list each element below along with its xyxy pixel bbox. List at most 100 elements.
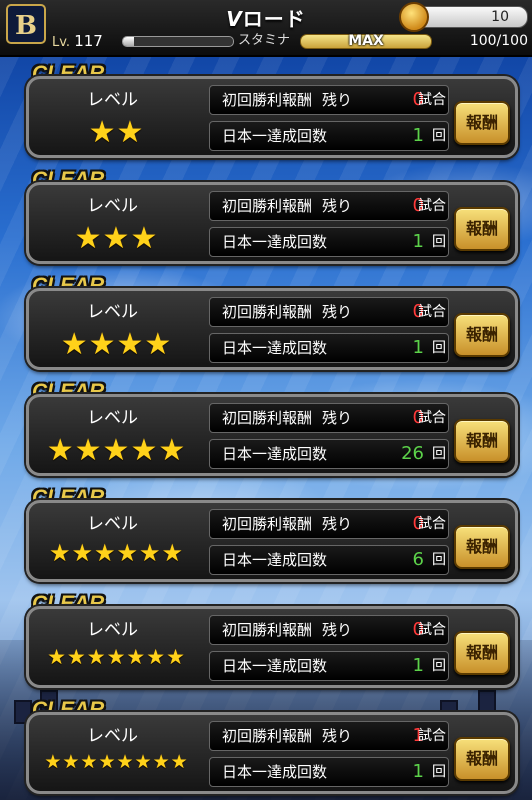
games-unit: 試合 <box>418 728 446 744</box>
level-value: 117 <box>74 32 103 50</box>
level-card: CLEAR レベル ★★ 初回勝利報酬 残り 0 試合 日本一達成回数 1 回報酬 <box>0 62 532 162</box>
games-unit: 試合 <box>418 410 446 426</box>
championship-count: 1 <box>412 125 424 146</box>
first-reward-label: 初回勝利報酬 <box>222 303 313 321</box>
times-unit: 回 <box>432 128 446 144</box>
level-card: CLEAR レベル ★★★★ 初回勝利報酬 残り 0 試合 日本一達成回数 1 回報酬 <box>0 274 532 374</box>
level-label: レベル <box>87 726 138 746</box>
first-reward-text: 初回勝利報酬 残り <box>222 192 352 220</box>
first-reward-label: 初回勝利報酬 <box>222 621 313 639</box>
star-icon: ★ <box>170 751 189 773</box>
level-label: レベル <box>87 514 138 534</box>
level-label: レベル <box>87 302 138 322</box>
games-unit: 試合 <box>418 92 446 108</box>
level-panel: レベル ★★ 初回勝利報酬 残り 0 試合 日本一達成回数 1 回報酬 <box>26 76 518 158</box>
games-unit: 試合 <box>418 198 446 214</box>
star-icon: ★ <box>48 539 72 567</box>
star-icon: ★ <box>152 751 171 773</box>
level-prefix: Lv. <box>52 35 71 50</box>
first-reward-text: 初回勝利報酬 残り <box>222 404 352 432</box>
reward-button[interactable]: 報酬 <box>454 313 510 357</box>
first-reward-label: 初回勝利報酬 <box>222 409 313 427</box>
championship-row: 日本一達成回数 1 回 <box>209 333 449 363</box>
remaining-label: 残り <box>322 303 353 321</box>
championship-count: 6 <box>412 549 424 570</box>
first-reward-row: 初回勝利報酬 残り 0 試合 <box>209 297 449 327</box>
star-icon: ★ <box>139 539 162 567</box>
reward-button[interactable]: 報酬 <box>454 207 510 251</box>
level-card: CLEAR レベル ★★★ 初回勝利報酬 残り 0 試合 日本一達成回数 1 回報酬 <box>0 168 532 268</box>
level-panel: レベル ★★★★★★★ 初回勝利報酬 残り 0 試合 日本一達成回数 1 回報酬 <box>26 606 518 688</box>
first-reward-row: 初回勝利報酬 残り 1 試合 <box>209 721 449 751</box>
exp-bar <box>122 36 234 47</box>
first-reward-row: 初回勝利報酬 残り 0 試合 <box>209 509 449 539</box>
remaining-label: 残り <box>322 621 353 639</box>
star-icon: ★ <box>130 433 159 468</box>
championship-row: 日本一達成回数 26 回 <box>209 439 449 469</box>
championship-count: 1 <box>412 337 424 358</box>
games-unit: 試合 <box>418 622 446 638</box>
star-icon: ★ <box>66 645 87 669</box>
first-reward-row: 初回勝利報酬 残り 0 試合 <box>209 403 449 433</box>
reward-button[interactable]: 報酬 <box>454 101 510 145</box>
reward-button[interactable]: 報酬 <box>454 737 510 781</box>
star-icon: ★ <box>98 751 117 773</box>
star-icon: ★ <box>102 221 131 256</box>
star-icon: ★ <box>144 327 173 362</box>
first-reward-text: 初回勝利報酬 残り <box>222 510 352 538</box>
games-unit: 試合 <box>418 304 446 320</box>
star-icon: ★ <box>86 645 107 669</box>
championship-label: 日本一達成回数 <box>222 127 328 145</box>
times-unit: 回 <box>432 340 446 356</box>
star-icon: ★ <box>106 645 127 669</box>
level-panel: レベル ★★★ 初回勝利報酬 残り 0 試合 日本一達成回数 1 回報酬 <box>26 182 518 264</box>
times-unit: 回 <box>432 658 446 674</box>
championship-count: 1 <box>412 231 424 252</box>
reward-button[interactable]: 報酬 <box>454 419 510 463</box>
times-unit: 回 <box>432 764 446 780</box>
star-icon: ★ <box>46 433 75 468</box>
first-reward-row: 初回勝利報酬 残り 0 試合 <box>209 615 449 645</box>
first-reward-text: 初回勝利報酬 残り <box>222 722 352 750</box>
level-panel: レベル ★★★★★★★★ 初回勝利報酬 残り 1 試合 日本一達成回数 1 回報酬 <box>26 712 518 794</box>
level-card: CLEAR レベル ★★★★★★★★ 初回勝利報酬 残り 1 試合 日本一達成回数 1 回報酬 <box>0 698 532 798</box>
championship-count: 26 <box>401 443 424 464</box>
remaining-label: 残り <box>322 515 353 533</box>
level-card: CLEAR レベル ★★★★★ 初回勝利報酬 残り 0 試合 日本一達成回数 26 回報酬 <box>0 380 532 480</box>
first-reward-text: 初回勝利報酬 残り <box>222 616 352 644</box>
championship-label: 日本一達成回数 <box>222 233 328 251</box>
reward-button[interactable]: 報酬 <box>454 631 510 675</box>
star-icon: ★ <box>44 751 63 773</box>
star-icon: ★ <box>88 115 117 150</box>
difficulty-stars: ★★★★★★ <box>29 539 204 567</box>
star-icon: ★ <box>47 645 67 669</box>
times-unit: 回 <box>432 446 446 462</box>
championship-label: 日本一達成回数 <box>222 445 328 463</box>
star-icon: ★ <box>161 539 185 567</box>
star-icon: ★ <box>126 645 147 669</box>
level-panel: レベル ★★★★ 初回勝利報酬 残り 0 試合 日本一達成回数 1 回報酬 <box>26 288 518 370</box>
difficulty-stars: ★★★ <box>29 221 204 256</box>
difficulty-stars: ★★★★★★★ <box>29 645 204 669</box>
star-icon: ★ <box>134 751 153 773</box>
reward-button[interactable]: 報酬 <box>454 525 510 569</box>
championship-count: 1 <box>412 761 424 782</box>
star-icon: ★ <box>102 433 131 468</box>
first-reward-row: 初回勝利報酬 残り 0 試合 <box>209 85 449 115</box>
first-reward-label: 初回勝利報酬 <box>222 727 313 745</box>
difficulty-stars: ★★ <box>29 115 204 150</box>
currency-display[interactable]: 10 <box>399 2 528 32</box>
remaining-label: 残り <box>322 197 353 215</box>
games-unit: 試合 <box>418 516 446 532</box>
championship-row: 日本一達成回数 1 回 <box>209 121 449 151</box>
star-icon: ★ <box>116 327 145 362</box>
star-icon: ★ <box>146 645 167 669</box>
championship-row: 日本一達成回数 1 回 <box>209 651 449 681</box>
first-reward-label: 初回勝利報酬 <box>222 515 313 533</box>
coin-icon <box>399 2 429 32</box>
stamina-bar: MAX <box>300 33 432 49</box>
championship-row: 日本一達成回数 1 回 <box>209 227 449 257</box>
level-label: レベル <box>87 408 138 428</box>
star-icon: ★ <box>71 539 94 567</box>
star-icon: ★ <box>88 327 117 362</box>
